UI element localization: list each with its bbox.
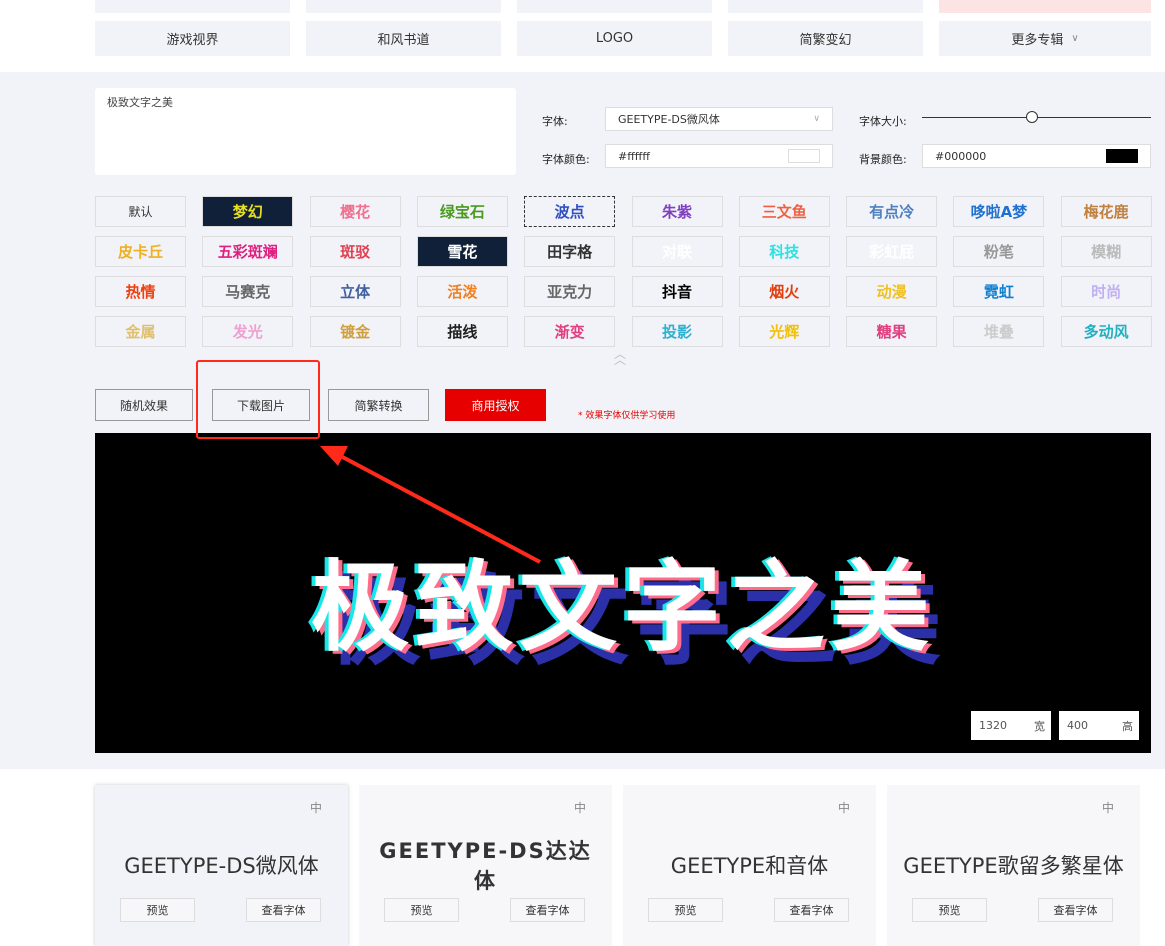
lang-tag: 中: [310, 799, 322, 816]
lang-tag: 中: [574, 799, 586, 816]
lang-tag: 中: [1102, 799, 1114, 816]
preview-button[interactable]: 预览: [912, 898, 987, 922]
view-font-button[interactable]: 查看字体: [1038, 898, 1113, 922]
view-font-button[interactable]: 查看字体: [246, 898, 321, 922]
font-card[interactable]: 中 GEETYPE-DS达达体预览 查看字体: [359, 785, 612, 946]
font-card[interactable]: 中 GEETYPE-DS微风体预览 查看字体: [95, 785, 348, 946]
preview-button[interactable]: 预览: [120, 898, 195, 922]
font-name: GEETYPE和音体: [623, 835, 876, 895]
preview-button[interactable]: 预览: [648, 898, 723, 922]
font-card[interactable]: 中 GEETYPE和音体预览 查看字体: [623, 785, 876, 946]
lang-tag: 中: [838, 799, 850, 816]
preview-button[interactable]: 预览: [384, 898, 459, 922]
view-font-button[interactable]: 查看字体: [510, 898, 585, 922]
font-card[interactable]: 中 GEETYPE歌留多繁星体预览 查看字体: [887, 785, 1140, 946]
font-name: GEETYPE-DS达达体: [359, 835, 612, 895]
font-name: GEETYPE歌留多繁星体: [887, 835, 1140, 895]
view-font-button[interactable]: 查看字体: [774, 898, 849, 922]
font-name: GEETYPE-DS微风体: [95, 835, 348, 895]
